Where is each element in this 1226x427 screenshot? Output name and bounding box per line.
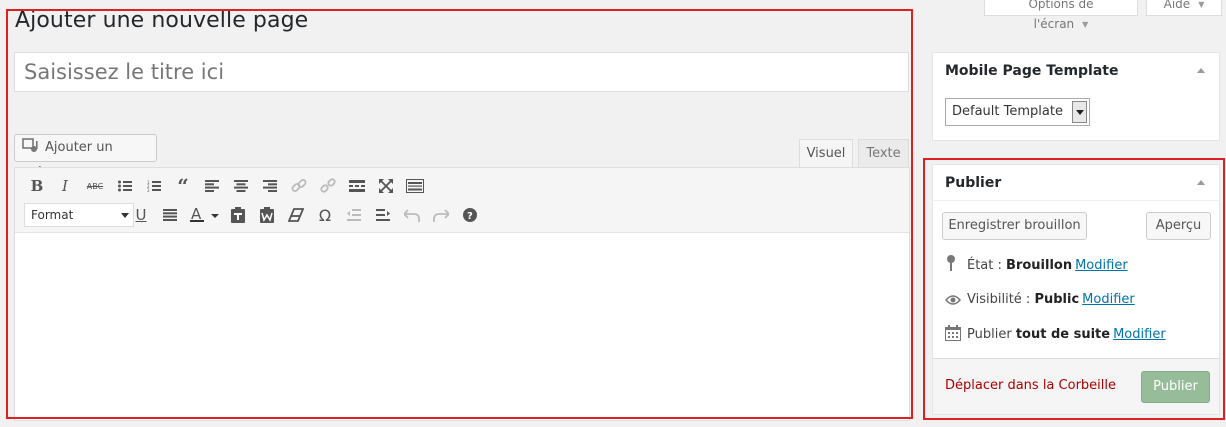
link-icon[interactable] bbox=[287, 174, 311, 198]
mobile-template-title[interactable]: Mobile Page Template bbox=[933, 53, 1219, 89]
visibility-value: Public bbox=[1034, 292, 1080, 307]
chevron-down-icon: ▼ bbox=[1198, 0, 1205, 9]
help-tab[interactable]: Aide ▼ bbox=[1146, 0, 1222, 16]
read-more-icon[interactable] bbox=[345, 174, 369, 198]
paste-word-icon[interactable] bbox=[255, 203, 279, 227]
template-select[interactable]: Default Template bbox=[945, 98, 1090, 126]
visibility-label: Visibilité : bbox=[967, 292, 1031, 307]
add-media-button[interactable]: Ajouter un média bbox=[14, 134, 157, 181]
collapse-icon[interactable] bbox=[1197, 180, 1205, 185]
indent-icon[interactable] bbox=[371, 203, 395, 227]
collapse-icon[interactable] bbox=[1197, 68, 1205, 73]
blockquote-icon[interactable]: “ bbox=[171, 174, 195, 198]
tab-visual[interactable]: Visuel bbox=[799, 139, 853, 168]
editor-toolbar: B I ABC 123 “ Format U A Ω ? bbox=[15, 168, 909, 233]
toolbar-toggle-icon[interactable] bbox=[403, 174, 427, 198]
align-left-icon[interactable] bbox=[200, 174, 224, 198]
align-center-icon[interactable] bbox=[229, 174, 253, 198]
template-select-value: Default Template bbox=[952, 104, 1063, 119]
publish-box-title-text: Publier bbox=[945, 175, 1002, 191]
media-icon bbox=[22, 138, 38, 152]
publish-value: tout de suite bbox=[1015, 327, 1111, 342]
bullet-list-icon[interactable] bbox=[113, 174, 137, 198]
outdent-icon[interactable] bbox=[342, 203, 366, 227]
undo-icon[interactable] bbox=[400, 203, 424, 227]
justify-icon[interactable] bbox=[158, 203, 182, 227]
title-placeholder: Saisissez le titre ici bbox=[24, 60, 225, 84]
align-right-icon[interactable] bbox=[258, 174, 282, 198]
schedule-row: Publier tout de suite Modifier bbox=[945, 325, 1166, 345]
visibility-row: Visibilité : Public Modifier bbox=[945, 290, 1135, 310]
tab-text[interactable]: Texte bbox=[858, 139, 909, 168]
title-input[interactable]: Saisissez le titre ici bbox=[14, 52, 909, 92]
publish-button[interactable]: Publier bbox=[1141, 371, 1210, 403]
svg-text:3: 3 bbox=[147, 188, 150, 192]
edit-visibility-link[interactable]: Modifier bbox=[1082, 292, 1135, 307]
chevron-down-icon: ▼ bbox=[1082, 20, 1089, 29]
mobile-template-title-text: Mobile Page Template bbox=[945, 63, 1119, 79]
redo-icon[interactable] bbox=[429, 203, 453, 227]
chevron-down-icon bbox=[1072, 101, 1087, 123]
mobile-template-box: Mobile Page Template Default Template bbox=[932, 52, 1220, 141]
svg-text:?: ? bbox=[467, 211, 473, 222]
trash-link[interactable]: Déplacer dans la Corbeille bbox=[945, 378, 1116, 393]
paste-text-icon[interactable] bbox=[226, 203, 250, 227]
fullscreen-icon[interactable] bbox=[374, 174, 398, 198]
italic-icon[interactable]: I bbox=[53, 174, 77, 198]
chevron-down-icon bbox=[121, 213, 129, 218]
edit-schedule-link[interactable]: Modifier bbox=[1113, 327, 1166, 342]
strikethrough-icon[interactable]: ABC bbox=[83, 174, 107, 198]
numbered-list-icon[interactable]: 123 bbox=[142, 174, 166, 198]
publish-actions: Déplacer dans la Corbeille Publier bbox=[933, 358, 1219, 414]
text-color-icon[interactable]: A bbox=[187, 203, 221, 227]
calendar-icon bbox=[945, 325, 961, 348]
screen-options-tab[interactable]: Options de l'écran ▼ bbox=[984, 0, 1138, 31]
preview-button[interactable]: Aperçu bbox=[1146, 212, 1211, 240]
publish-box: Publier Enregistrer brouillon Aperçu Éta… bbox=[932, 164, 1220, 415]
underline-icon[interactable]: U bbox=[129, 203, 153, 227]
content-editor[interactable]: B I ABC 123 “ Format U A Ω ? bbox=[14, 167, 910, 421]
unlink-icon[interactable] bbox=[316, 174, 340, 198]
format-select[interactable]: Format bbox=[24, 203, 134, 227]
pin-icon bbox=[945, 254, 961, 279]
edit-status-link[interactable]: Modifier bbox=[1075, 258, 1128, 273]
bold-icon[interactable]: B bbox=[25, 174, 49, 198]
save-draft-button[interactable]: Enregistrer brouillon bbox=[942, 212, 1087, 240]
format-select-value: Format bbox=[31, 208, 74, 222]
status-row: État : Brouillon Modifier bbox=[945, 254, 1128, 274]
status-label: État : bbox=[967, 258, 1002, 273]
publish-label: Publier bbox=[967, 327, 1012, 342]
status-value: Brouillon bbox=[1006, 258, 1073, 273]
special-char-icon[interactable]: Ω bbox=[313, 203, 337, 227]
help-label: Aide bbox=[1163, 0, 1191, 11]
eye-icon bbox=[945, 293, 961, 313]
page-title: Ajouter une nouvelle page bbox=[15, 8, 309, 33]
publish-box-title[interactable]: Publier bbox=[933, 165, 1219, 201]
clear-format-icon[interactable] bbox=[284, 203, 308, 227]
help-icon[interactable]: ? bbox=[458, 203, 482, 227]
